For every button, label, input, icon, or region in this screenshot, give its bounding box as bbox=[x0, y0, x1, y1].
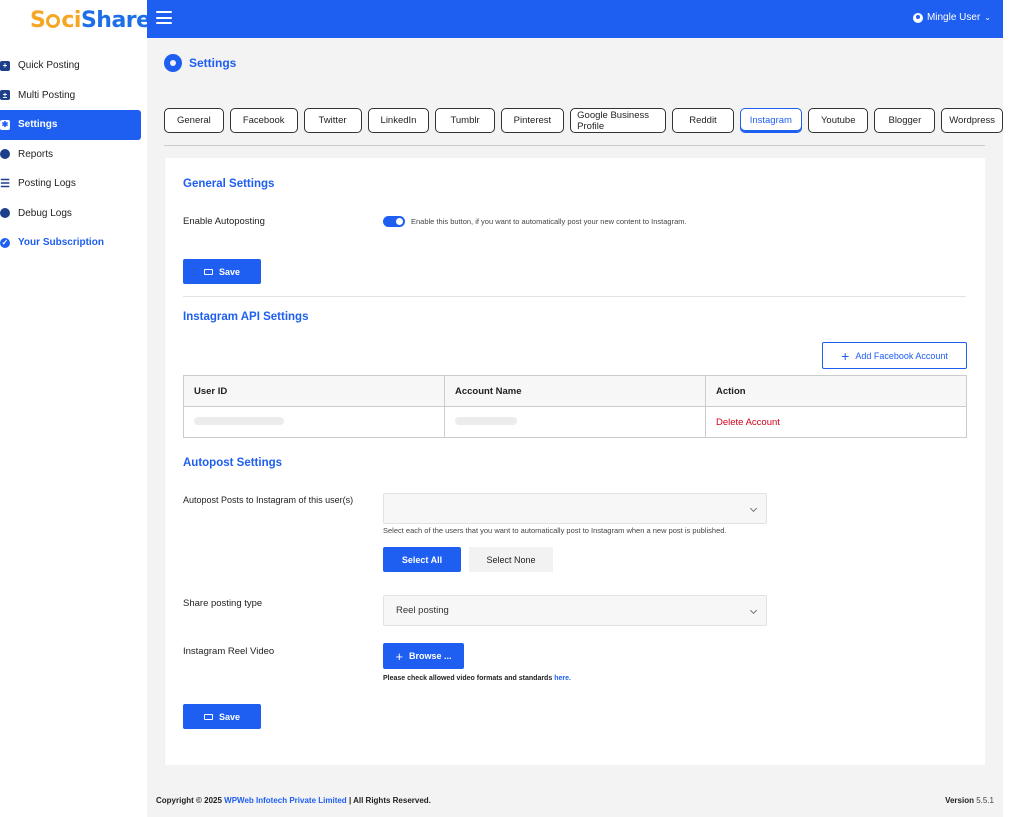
add-facebook-account-button[interactable]: + Add Facebook Account bbox=[822, 342, 967, 369]
autopost-settings-heading: Autopost Settings bbox=[183, 457, 283, 469]
plus-icon: + bbox=[841, 347, 850, 364]
video-formats-link[interactable]: here. bbox=[554, 675, 571, 682]
tab-pinterest[interactable]: Pinterest bbox=[500, 108, 565, 133]
sidebar-item-quick-posting[interactable]: + Quick Posting bbox=[0, 51, 141, 81]
redacted-user-id bbox=[194, 416, 284, 425]
save-icon bbox=[203, 713, 213, 720]
tabs-underline bbox=[164, 145, 985, 146]
sidebar-item-multi-posting[interactable]: ± Multi Posting bbox=[0, 81, 141, 111]
sidebar-item-posting-logs[interactable]: ☰ Posting Logs bbox=[0, 169, 141, 199]
browse-button[interactable]: + Browse ... bbox=[383, 643, 464, 669]
table-row: Delete Account bbox=[183, 406, 967, 438]
autopost-users-label: Autopost Posts to Instagram of this user… bbox=[183, 495, 354, 505]
autopost-users-hint: Select each of the users that you want t… bbox=[383, 526, 727, 535]
plus-square-icon: + bbox=[0, 60, 10, 71]
plus-icon: + bbox=[395, 648, 404, 664]
tab-wordpress[interactable]: Wordpress bbox=[941, 108, 1003, 133]
tab-reddit[interactable]: Reddit bbox=[672, 108, 734, 133]
tab-instagram[interactable]: Instagram bbox=[739, 108, 802, 133]
top-bar: Mingle User ⌄ bbox=[147, 0, 1003, 38]
select-none-button[interactable]: Select None bbox=[469, 547, 553, 572]
sidebar-nav: + Quick Posting ± Multi Posting ✱ Settings … bbox=[0, 51, 141, 258]
user-icon bbox=[912, 12, 923, 23]
save-general-button[interactable]: Save bbox=[183, 259, 261, 284]
sidebar-item-label: Quick Posting bbox=[18, 60, 80, 72]
sidebar-item-label: Multi Posting bbox=[18, 89, 76, 101]
app-logo[interactable]: Sci Share bbox=[30, 3, 151, 37]
menu-icon[interactable] bbox=[156, 11, 172, 24]
sidebar-item-settings[interactable]: ✱ Settings bbox=[0, 110, 141, 140]
chevron-down-icon bbox=[749, 606, 758, 614]
sidebar-item-label: Your Subscription bbox=[18, 237, 104, 249]
page-header: Settings bbox=[147, 38, 1003, 90]
section-divider bbox=[183, 296, 966, 297]
instagram-settings-panel: General Settings Enable Autoposting Enab… bbox=[164, 158, 985, 765]
select-all-button[interactable]: Select All bbox=[383, 547, 461, 572]
general-settings-heading: General Settings bbox=[183, 178, 275, 190]
autoposting-toggle[interactable] bbox=[383, 216, 405, 227]
sidebar-item-label: Settings bbox=[18, 119, 58, 131]
video-formats-note: Please check allowed video formats and s… bbox=[383, 675, 571, 682]
sidebar-item-subscription[interactable]: ✓ Your Subscription bbox=[0, 228, 141, 258]
main-area: Settings General Facebook Twitter Linked… bbox=[147, 38, 1003, 817]
sidebar-item-label: Posting Logs bbox=[18, 178, 76, 190]
gear-icon: ✱ bbox=[0, 119, 10, 130]
sidebar: Sci Share + Quick Posting ± Multi Posting ✱… bbox=[0, 0, 151, 817]
accounts-table: User ID Account Name Action Delete Accou… bbox=[183, 375, 967, 438]
enable-autoposting-label: Enable Autoposting bbox=[183, 216, 265, 227]
tab-tumblr[interactable]: Tumblr bbox=[435, 108, 495, 133]
user-menu[interactable]: Mingle User ⌄ bbox=[912, 12, 991, 23]
autopost-users-select[interactable] bbox=[383, 493, 767, 524]
instagram-reel-video-label: Instagram Reel Video bbox=[183, 646, 275, 657]
user-name: Mingle User bbox=[926, 12, 981, 23]
settings-tabs: General Facebook Twitter LinkedIn Tumblr… bbox=[164, 108, 1003, 133]
bug-icon bbox=[0, 208, 10, 219]
tab-google-business-profile[interactable]: Google Business Profile bbox=[570, 108, 667, 133]
column-header-account-name: Account Name bbox=[444, 375, 706, 407]
instagram-api-settings-heading: Instagram API Settings bbox=[183, 311, 309, 323]
copyright: Copyright © 2025 WPWeb Infotech Private … bbox=[156, 796, 431, 805]
tab-blogger[interactable]: Blogger bbox=[874, 108, 936, 133]
delete-account-link[interactable]: Delete Account bbox=[716, 417, 780, 428]
tab-facebook[interactable]: Facebook bbox=[229, 108, 298, 133]
chevron-down-icon: ⌄ bbox=[984, 13, 991, 22]
autoposting-hint: Enable this button, if you want to autom… bbox=[411, 217, 687, 226]
save-autopost-button[interactable]: Save bbox=[183, 704, 261, 729]
sidebar-item-debug-logs[interactable]: Debug Logs bbox=[0, 199, 141, 229]
settings-gear-icon bbox=[164, 54, 182, 72]
chevron-down-icon bbox=[749, 504, 758, 512]
version: Version 5.5.1 bbox=[945, 796, 994, 805]
tab-general[interactable]: General bbox=[164, 108, 224, 133]
page-title: Settings bbox=[189, 56, 237, 70]
plus-minus-icon: ± bbox=[0, 90, 10, 101]
pie-chart-icon bbox=[0, 149, 10, 160]
sidebar-item-label: Debug Logs bbox=[18, 207, 72, 219]
action-cell: Delete Account bbox=[705, 406, 967, 438]
share-posting-type-label: Share posting type bbox=[183, 598, 263, 609]
tab-linkedin[interactable]: LinkedIn bbox=[367, 108, 430, 133]
account-name-cell bbox=[444, 406, 706, 438]
tab-youtube[interactable]: Youtube bbox=[807, 108, 869, 133]
user-id-cell bbox=[183, 406, 445, 438]
logo-o-icon bbox=[46, 14, 61, 28]
column-header-action: Action bbox=[705, 375, 967, 407]
company-link[interactable]: WPWeb Infotech Private Limited bbox=[224, 796, 347, 805]
tab-twitter[interactable]: Twitter bbox=[303, 108, 362, 133]
share-posting-type-value: Reel posting bbox=[396, 605, 449, 616]
column-header-user-id: User ID bbox=[183, 375, 445, 407]
share-posting-type-select[interactable]: Reel posting bbox=[383, 595, 767, 626]
check-circle-icon: ✓ bbox=[0, 237, 10, 248]
redacted-account-name bbox=[455, 416, 517, 425]
sidebar-item-reports[interactable]: Reports bbox=[0, 140, 141, 170]
list-icon: ☰ bbox=[0, 178, 10, 191]
sidebar-item-label: Reports bbox=[18, 148, 54, 160]
save-icon bbox=[203, 268, 213, 275]
